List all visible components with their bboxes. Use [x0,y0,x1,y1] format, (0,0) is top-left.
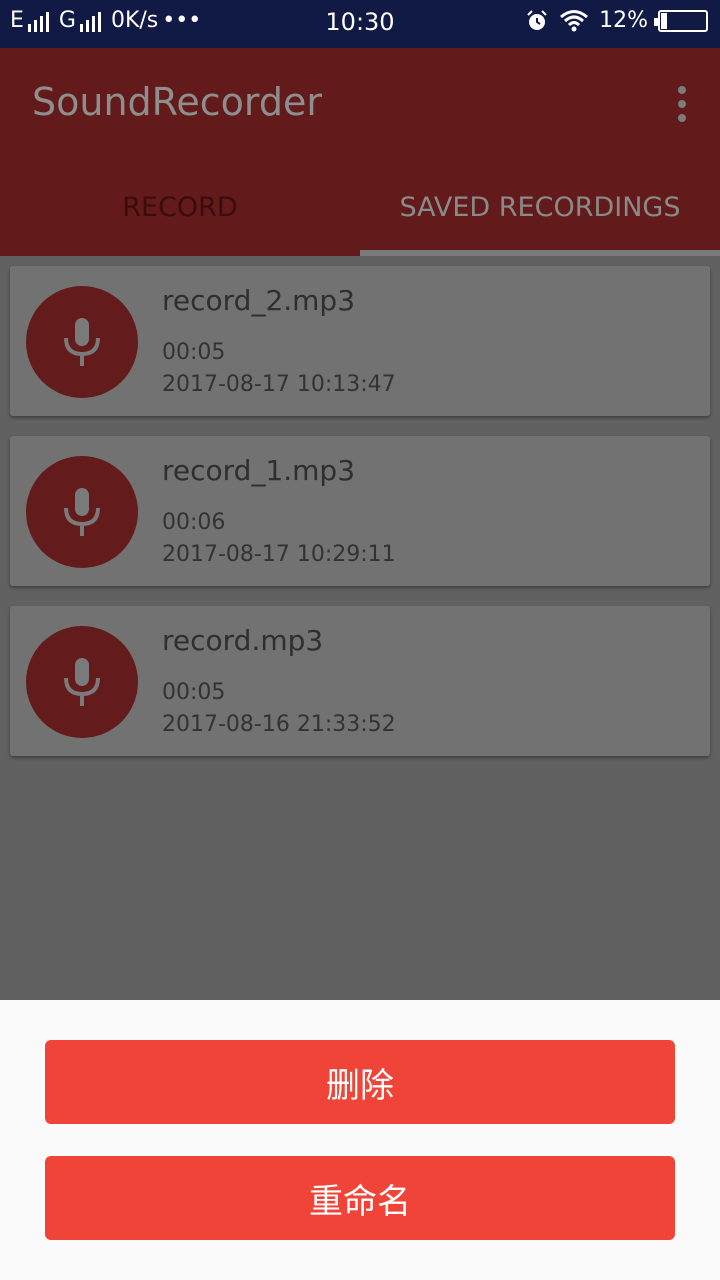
tab-bar: RECORD SAVED RECORDINGS [0,176,720,256]
delete-button[interactable]: 删除 [45,1040,675,1124]
list-item[interactable]: record_2.mp3 00:05 2017-08-17 10:13:47 [10,266,710,416]
recording-name: record_2.mp3 [162,284,356,317]
recording-duration: 00:05 [162,340,226,365]
recording-name: record.mp3 [162,624,324,657]
status-bar: E G 0K/s ••• 10:30 12% [0,0,720,48]
recording-name: record_1.mp3 [162,454,356,487]
mic-avatar [26,286,138,398]
recording-date: 2017-08-17 10:29:11 [162,542,396,567]
more-vert-icon[interactable] [676,86,688,122]
mic-avatar [26,456,138,568]
recording-date: 2017-08-17 10:13:47 [162,372,396,397]
list-item[interactable]: record.mp3 00:05 2017-08-16 21:33:52 [10,606,710,756]
mic-icon [64,318,100,366]
recording-duration: 00:05 [162,680,226,705]
list-item[interactable]: record_1.mp3 00:06 2017-08-17 10:29:11 [10,436,710,586]
alarm-icon [527,9,547,30]
mic-icon [64,488,100,536]
rename-button[interactable]: 重命名 [45,1156,675,1240]
status-right: 12% [525,8,708,33]
wifi-icon [560,9,589,31]
battery-icon [654,9,708,32]
battery-percent: 12% [599,8,648,33]
recording-date: 2017-08-16 21:33:52 [162,712,396,737]
tab-saved-recordings[interactable]: SAVED RECORDINGS [360,176,720,256]
tab-record[interactable]: RECORD [0,176,360,256]
app-title: SoundRecorder [32,80,322,124]
app-bar: SoundRecorder RECORD SAVED RECORDINGS [0,48,720,256]
action-sheet: 删除 重命名 [0,1000,720,1280]
recording-duration: 00:06 [162,510,226,535]
recordings-list: record_2.mp3 00:05 2017-08-17 10:13:47 r… [10,266,710,776]
battery-fill [661,12,667,29]
mic-icon [64,658,100,706]
mic-avatar [26,626,138,738]
